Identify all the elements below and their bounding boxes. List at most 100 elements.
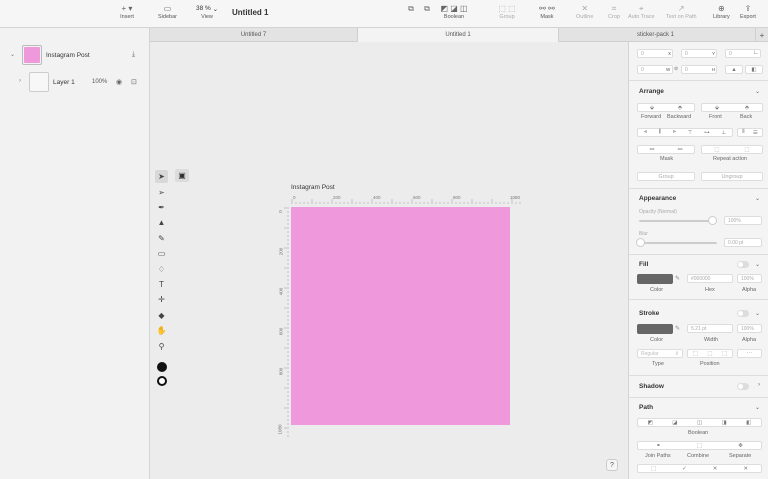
rectangle-tool-icon[interactable]: ▭: [155, 247, 168, 260]
blur-slider-knob[interactable]: [636, 238, 645, 247]
send-backward-icon[interactable]: ⬘: [678, 105, 682, 111]
tab-untitled-1[interactable]: Untitled 1: [358, 28, 559, 42]
stroke-type-select[interactable]: Regular ⇕: [637, 349, 683, 358]
stroke-type-label: Type: [652, 361, 664, 367]
stroke-alpha-field[interactable]: 100%: [737, 324, 762, 333]
ungroup-button[interactable]: Ungroup: [701, 172, 763, 181]
outline-button[interactable]: ✕ Outline: [576, 3, 593, 20]
front-back-buttons[interactable]: ⬙ ⬘: [701, 103, 763, 112]
stroke-position-buttons[interactable]: ⬚ ⬚ ⬚: [687, 349, 733, 358]
auto-trace-icon: ⌖: [639, 3, 644, 13]
auto-trace-button[interactable]: ⌖ Auto Trace: [628, 3, 655, 21]
vector-tool-icon[interactable]: ▲: [155, 216, 168, 229]
tab-sticker-pack-1[interactable]: sticker-pack 1: [559, 28, 756, 42]
chevron-down-icon[interactable]: ⌄: [755, 310, 760, 317]
opacity-field[interactable]: 100%: [724, 216, 762, 225]
library-button[interactable]: ⊕ Library: [713, 3, 730, 20]
text-tool-icon[interactable]: T: [155, 278, 168, 291]
pen-tool-icon[interactable]: ✒: [155, 201, 168, 214]
chevron-down-icon[interactable]: ⌄: [755, 404, 760, 411]
artboard-layer-name[interactable]: Instagram Post: [46, 52, 90, 59]
library-icon: ⊕: [718, 4, 725, 13]
layer-name[interactable]: Layer 1: [53, 79, 75, 86]
flip-vertical-icon[interactable]: ▲: [725, 65, 743, 74]
fill-color-well[interactable]: [637, 274, 673, 284]
angle-icon: ∟: [753, 50, 759, 56]
blur-slider[interactable]: [639, 242, 717, 244]
help-button[interactable]: ?: [606, 459, 618, 471]
fill-hex-field[interactable]: #000000: [687, 274, 733, 283]
new-tab-plus-icon[interactable]: +: [756, 28, 768, 42]
path-extra-buttons[interactable]: ⬚ ✓ ✕ ✕: [637, 464, 762, 473]
brush-tool-icon[interactable]: ✎: [155, 232, 168, 245]
eye-icon[interactable]: ◉: [116, 78, 122, 86]
artboard-label[interactable]: Instagram Post: [291, 184, 335, 191]
mask-button[interactable]: ⚯ ⚯ Mask: [534, 3, 560, 20]
bring-forward-icon[interactable]: ⬙: [650, 105, 654, 111]
export-icon: ⇪: [744, 4, 752, 13]
view-button[interactable]: 38 % ⌄ View: [190, 3, 224, 20]
hand-tool-icon[interactable]: ✋: [155, 324, 168, 337]
stroke-width-field[interactable]: 5.21 pt: [687, 324, 733, 333]
link-icon[interactable]: ⊘: [674, 66, 678, 72]
combine-icon: ⬚: [696, 442, 703, 449]
backward-label: Backward: [667, 114, 692, 120]
chevron-down-icon[interactable]: ⌄: [755, 195, 760, 202]
left-ruler-tick-800: 800: [278, 367, 284, 376]
repeat-action-buttons[interactable]: ⬚ ⬚: [701, 145, 763, 154]
text-on-path-button[interactable]: ↗ Text on Path: [666, 3, 697, 20]
flip-horizontal-icon[interactable]: ◧: [745, 65, 763, 74]
tool-options-icon[interactable]: ▣: [175, 169, 189, 182]
eyedropper-icon[interactable]: ✎: [675, 325, 680, 332]
distribute-h-icon: ⫴: [742, 129, 745, 135]
direct-select-tool-icon[interactable]: ➢: [155, 186, 168, 199]
zoom-tool-icon[interactable]: ⚲: [155, 340, 168, 353]
divider: [629, 299, 768, 300]
stroke-toggle[interactable]: [737, 310, 749, 317]
artboard-disclosure-icon[interactable]: ⌄: [10, 51, 15, 58]
transform-tool-icon[interactable]: ✛: [155, 293, 168, 306]
tab-untitled-7[interactable]: Untitled 7: [150, 28, 358, 42]
boolean-button[interactable]: ◩ ◪ ◫ Boolean: [430, 3, 478, 20]
stepper-icon: ⇕: [674, 351, 679, 357]
eyedropper-icon[interactable]: ✎: [675, 275, 680, 282]
path-boolean-buttons[interactable]: ◩ ◪ ◫ ◨ ◧: [637, 418, 762, 427]
artboard[interactable]: [291, 207, 510, 425]
align-buttons[interactable]: ⫷ ⫼ ⫸ ⊤ ⊶ ⊥: [637, 128, 733, 137]
sidebar-button[interactable]: ▭ Sidebar: [158, 3, 177, 20]
chevron-down-icon[interactable]: ⌄: [755, 88, 760, 95]
chevron-right-icon[interactable]: ›: [758, 382, 760, 388]
fill-alpha-field[interactable]: 100%: [737, 274, 762, 283]
pointer-tool-icon[interactable]: ➤: [155, 170, 168, 183]
export-button[interactable]: ⇪ Export: [740, 3, 756, 20]
send-back-icon[interactable]: ⬘: [745, 105, 749, 111]
layer-disclosure-icon[interactable]: ›: [19, 78, 21, 84]
forward-backward-buttons[interactable]: ⬙ ⬘: [637, 103, 695, 112]
fill-color-swatch[interactable]: [157, 362, 167, 372]
blur-field[interactable]: 0.00 pt: [724, 238, 762, 247]
insert-button[interactable]: + ▾ Insert: [120, 3, 134, 20]
opacity-slider[interactable]: [639, 220, 717, 222]
eraser-tool-icon[interactable]: ◆: [155, 309, 168, 322]
stroke-more-icon[interactable]: ⋯: [737, 349, 762, 358]
group-button[interactable]: ⬚ ⬚ Group: [495, 3, 519, 20]
fill-toggle[interactable]: [737, 261, 749, 268]
shadow-toggle[interactable]: [737, 383, 749, 390]
arrange-forward-button[interactable]: ⧉: [404, 3, 418, 14]
fill-tool-icon[interactable]: ♢: [155, 263, 168, 276]
ruler-tick-400: 400: [373, 195, 381, 200]
stroke-color-swatch[interactable]: [157, 376, 167, 386]
artboard-export-icon[interactable]: ⤓: [132, 51, 135, 59]
group-button[interactable]: Group: [637, 172, 695, 181]
mask-buttons[interactable]: ⚯ ⚯: [637, 145, 695, 154]
lock-icon[interactable]: ⊡: [131, 78, 137, 86]
layer-opacity: 100%: [92, 79, 108, 85]
distribute-buttons[interactable]: ⫴ ☰: [737, 128, 763, 137]
opacity-slider-knob[interactable]: [708, 216, 717, 225]
crop-button[interactable]: ⌗ Crop: [607, 3, 621, 21]
path-ops-buttons[interactable]: ⚭ ⬚ ✥: [637, 441, 762, 450]
bring-front-icon[interactable]: ⬙: [715, 105, 719, 111]
chevron-down-icon[interactable]: ⌄: [755, 261, 760, 268]
stroke-color-well[interactable]: [637, 324, 673, 334]
canvas[interactable]: Instagram Post 0 200 400 600 800 1080 0 …: [150, 42, 628, 479]
